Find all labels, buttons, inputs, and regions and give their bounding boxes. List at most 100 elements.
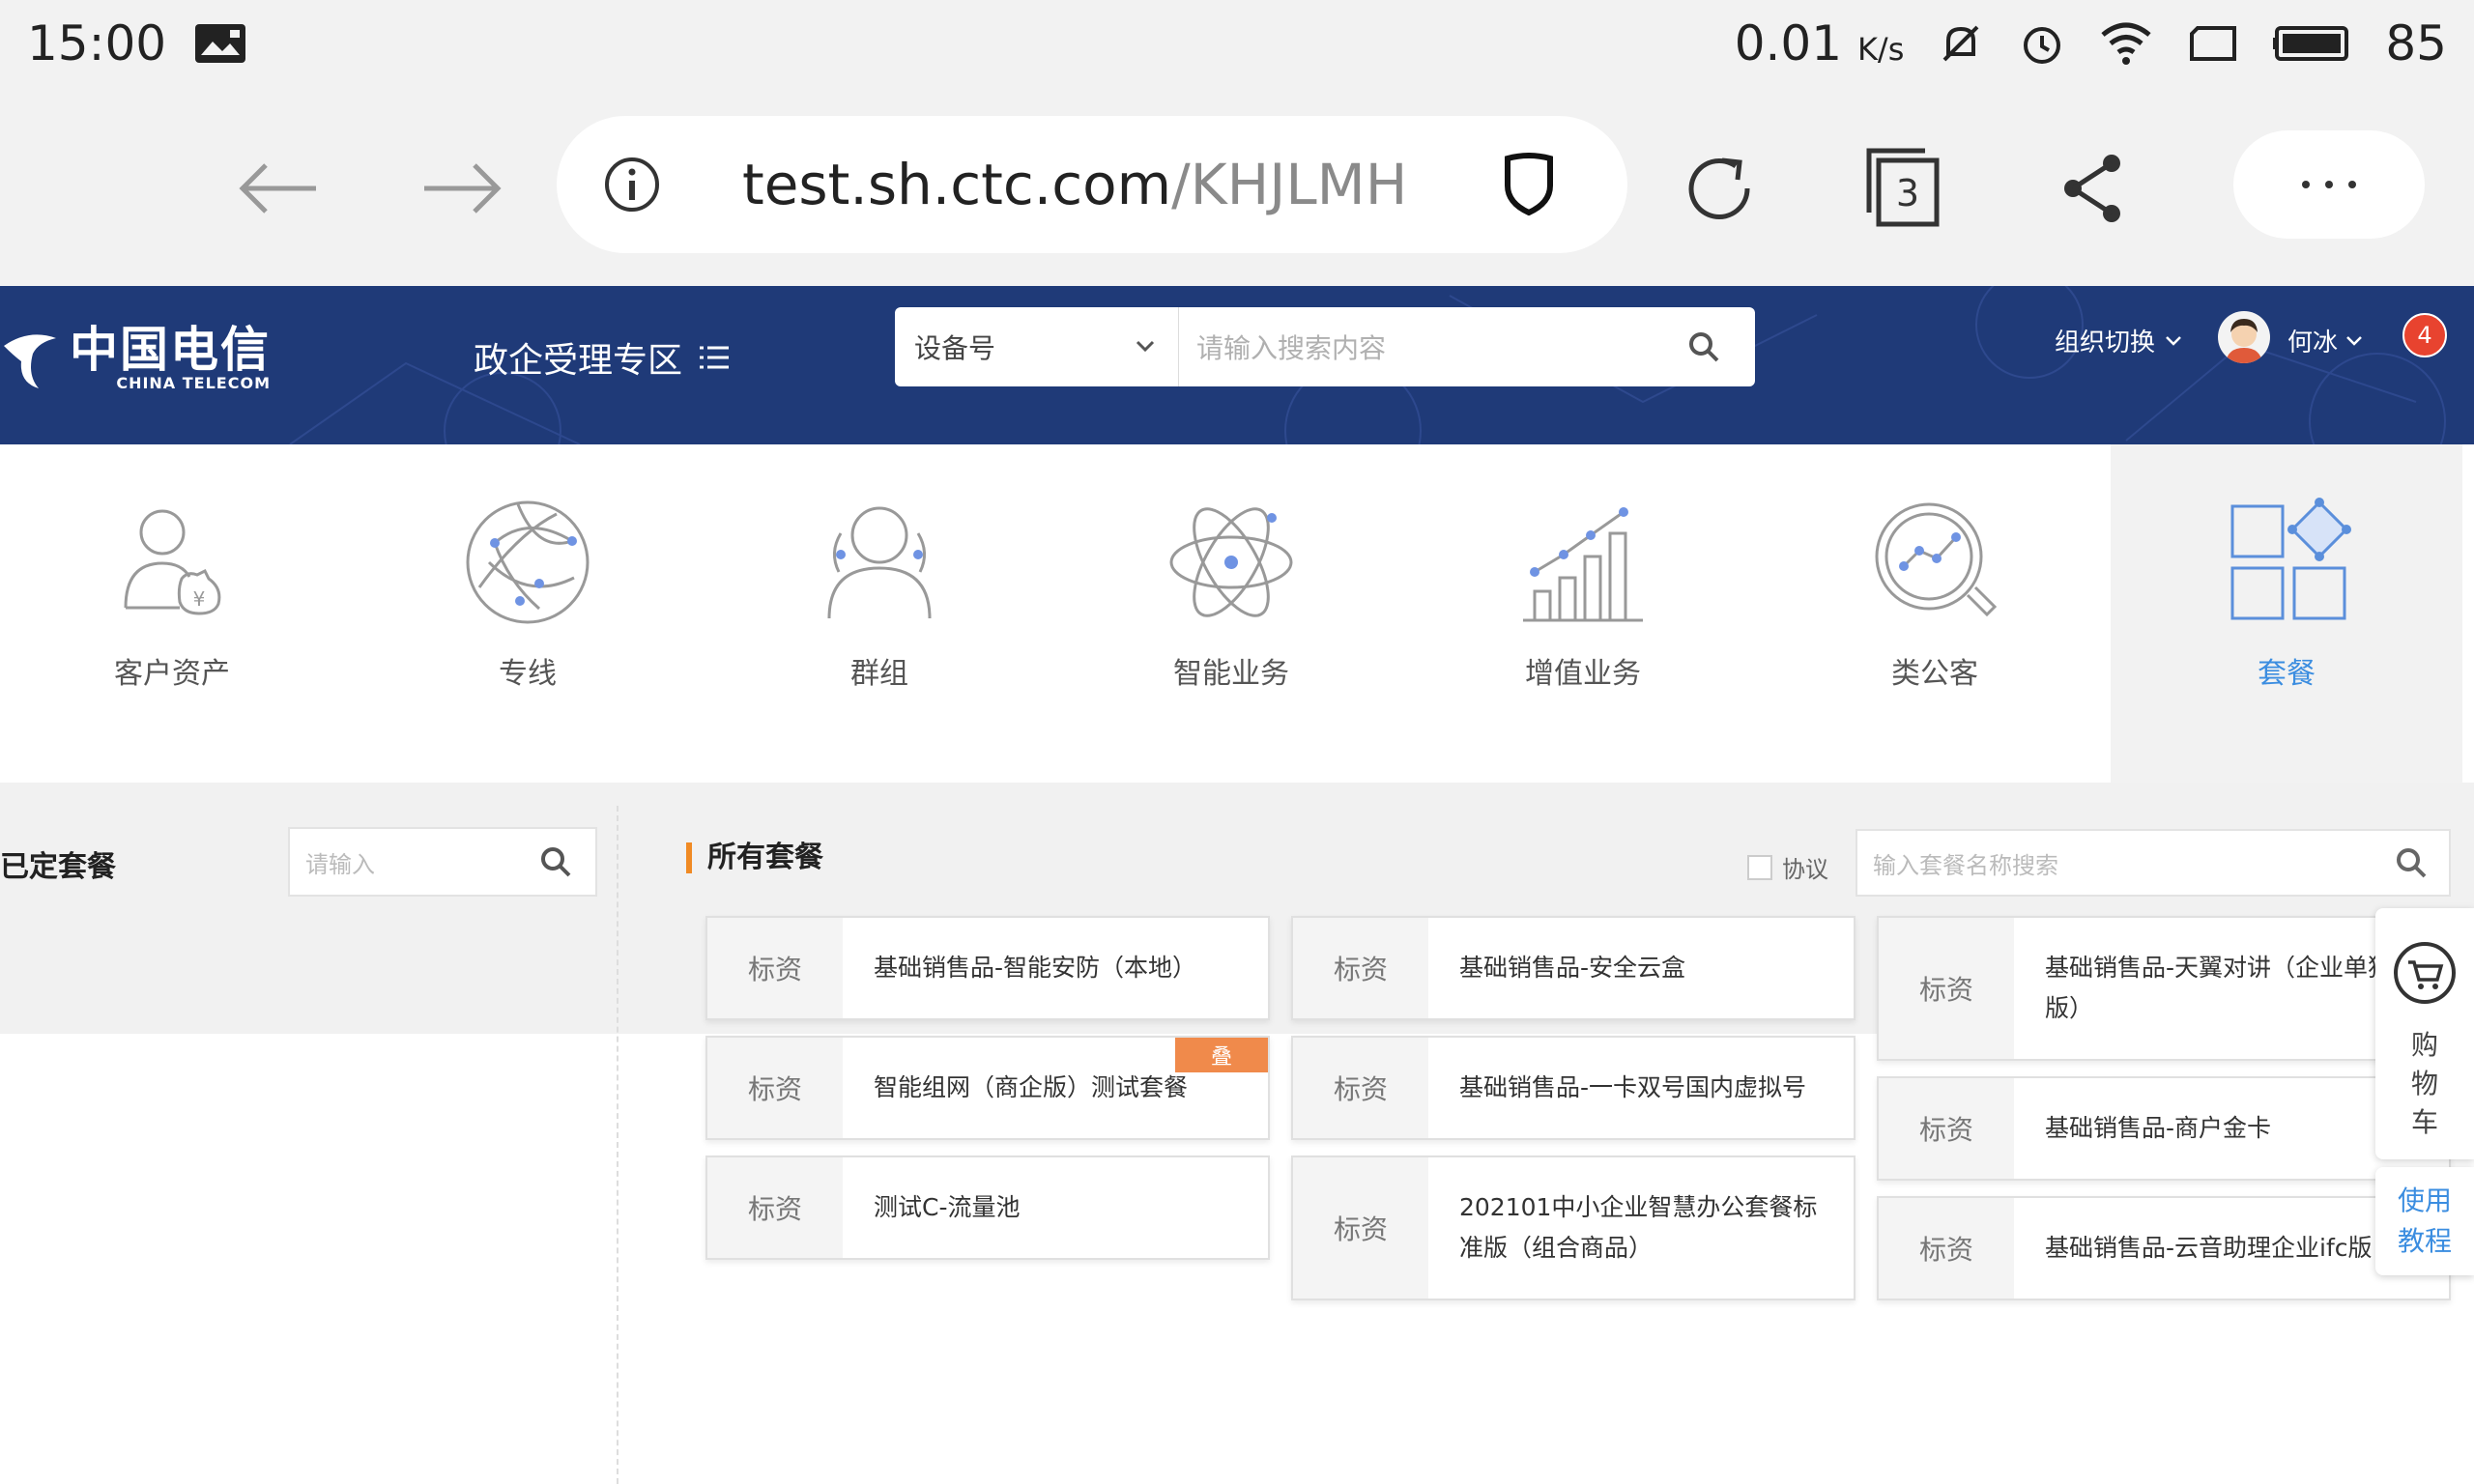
forward-button[interactable]	[414, 140, 510, 237]
dot-icon	[2348, 181, 2356, 188]
org-switch-dropdown[interactable]: 组织切换	[2055, 323, 2182, 358]
package-section: 已定套餐 请输入 所有套餐 协议 输入套餐名称搜索 标资 基础销售品-智能安防（…	[0, 783, 2474, 1484]
share-button[interactable]	[2039, 135, 2145, 242]
selected-packages-title: 已定套餐	[0, 850, 116, 884]
category-package[interactable]: 套餐	[2111, 444, 2462, 783]
category-label: 客户资产	[114, 657, 230, 691]
category-label: 智能业务	[1173, 657, 1289, 691]
zone-menu[interactable]: 政企受理专区	[474, 332, 730, 383]
category-customer-assets[interactable]: ¥ 客户资产	[0, 444, 348, 783]
search-type-value: 设备号	[914, 332, 996, 364]
category-label: 套餐	[2258, 657, 2316, 691]
url-host: test.sh.ctc.com	[742, 152, 1172, 217]
svg-text:¥: ¥	[193, 587, 206, 611]
more-menu-button[interactable]	[2233, 130, 2425, 239]
category-group[interactable]: 群组	[704, 444, 1055, 783]
global-search: 设备号 请输入搜索内容	[895, 307, 1755, 386]
package-card[interactable]: 标资 测试C-流量池	[705, 1156, 1270, 1260]
network-speed-value: 0.01	[1734, 15, 1843, 71]
category-value-added[interactable]: 增值业务	[1407, 444, 1759, 783]
package-card[interactable]: 标资 202101中小企业智慧办公套餐标准版（组合商品）	[1291, 1156, 1856, 1300]
china-telecom-logo[interactable]: 中国电信 CHINA TELECOM	[0, 325, 271, 392]
category-label: 类公客	[1891, 657, 1978, 691]
package-search-placeholder: 输入套餐名称搜索	[1873, 851, 2058, 879]
package-tag: 标资	[1293, 918, 1428, 1018]
address-bar[interactable]: test.sh.ctc.com/KHJLMH	[557, 116, 1627, 253]
package-card[interactable]: 标资 基础销售品-云音助理企业ifc版	[1877, 1196, 2451, 1300]
avatar[interactable]	[2218, 311, 2270, 363]
package-tag: 标资	[1293, 1157, 1428, 1298]
all-packages-title: 所有套餐	[686, 842, 823, 873]
user-avatar-icon	[2226, 319, 2262, 363]
package-card[interactable]: 标资 基础销售品-智能安防（本地）	[705, 916, 1270, 1020]
package-card[interactable]: 标资 基础销售品-天翼对讲（企业单独购版）	[1877, 916, 2451, 1061]
logo-text-en: CHINA TELECOM	[116, 373, 271, 392]
category-label: 专线	[499, 657, 557, 691]
category-label: 增值业务	[1525, 657, 1641, 691]
tab-count: 3	[1896, 172, 1919, 214]
url-text[interactable]: test.sh.ctc.com/KHJLMH	[742, 116, 1407, 253]
user-menu[interactable]: 何冰	[2287, 323, 2363, 358]
reload-button[interactable]	[1666, 135, 1772, 242]
search-icon[interactable]	[2395, 846, 2428, 879]
logo-text-cn: 中国电信	[70, 321, 271, 378]
package-card[interactable]: 标资 基础销售品-安全云盒	[1291, 916, 1856, 1020]
category-private-line[interactable]: 专线	[352, 444, 704, 783]
status-time: 15:00	[27, 15, 167, 71]
package-search-input[interactable]: 输入套餐名称搜索	[1856, 829, 2451, 897]
chevron-down-icon	[2346, 335, 2362, 346]
share-icon	[2064, 155, 2120, 222]
package-card[interactable]: 标资 基础销售品-一卡双号国内虚拟号	[1291, 1036, 1856, 1140]
package-tag: 标资	[1293, 1038, 1428, 1138]
package-name: 测试C-流量池	[874, 1193, 1021, 1221]
back-button[interactable]	[230, 140, 327, 237]
selected-package-search-input[interactable]: 请输入	[288, 827, 597, 897]
package-tag: 标资	[707, 918, 843, 1018]
package-card[interactable]: 标资 智能组网（商企版）测试套餐 叠	[705, 1036, 1270, 1140]
search-icon[interactable]	[1687, 330, 1720, 363]
search-input[interactable]: 请输入搜索内容	[1179, 307, 1755, 386]
user-name: 何冰	[2287, 328, 2339, 357]
bar-growth-icon	[1523, 507, 1643, 622]
package-name: 基础销售品-安全云盒	[1459, 954, 1686, 982]
package-tag: 标资	[1879, 1198, 2014, 1298]
checkbox-box[interactable]	[1747, 854, 1772, 880]
app-header: 中国电信 CHINA TELECOM 政企受理专区 设备号 请输入搜索内容 组织…	[0, 286, 2474, 444]
tabs-button[interactable]: 3	[1852, 135, 1958, 242]
screen-rotate-icon	[2186, 22, 2240, 65]
search-input-placeholder: 请输入搜索内容	[1196, 332, 1387, 364]
shopping-cart-button[interactable]: 购物车	[2375, 908, 2474, 1159]
search-icon[interactable]	[539, 845, 572, 878]
browser-toolbar: test.sh.ctc.com/KHJLMH 3	[0, 87, 2474, 286]
category-public-like[interactable]: 类公客	[1759, 444, 2111, 783]
tutorial-button[interactable]: 使用教程	[2375, 1167, 2474, 1275]
package-name: 基础销售品-智能安防（本地）	[874, 954, 1197, 982]
alarm-icon	[2018, 19, 2066, 68]
package-tag: 标资	[707, 1157, 843, 1258]
arrow-left-icon	[239, 163, 316, 214]
chevron-down-icon	[2166, 335, 2181, 346]
category-smart-business[interactable]: 智能业务	[1055, 444, 1407, 783]
notification-badge[interactable]: 4	[2402, 313, 2447, 357]
category-nav: ¥ 客户资产 专线 群组 智能业务 增值业务 类公客 套餐	[0, 444, 2474, 783]
site-info-icon[interactable]	[603, 156, 661, 217]
package-tag: 标资	[1879, 1078, 2014, 1179]
mute-bell-icon	[1937, 19, 1985, 68]
network-speed: 0.01 K/s	[1735, 15, 1905, 71]
reload-icon	[1688, 157, 1750, 219]
agreement-label: 协议	[1782, 856, 1828, 883]
dot-icon	[2302, 181, 2310, 188]
group-icon	[827, 506, 932, 619]
package-name: 基础销售品-一卡双号国内虚拟号	[1459, 1073, 1807, 1101]
battery-icon	[2273, 24, 2352, 63]
zone-title: 政企受理专区	[474, 341, 683, 381]
shield-icon[interactable]	[1504, 153, 1554, 220]
gallery-notification-icon	[193, 22, 247, 65]
category-label: 群组	[850, 657, 908, 691]
arrow-right-icon	[424, 163, 502, 214]
cart-label: 购物车	[2410, 1029, 2438, 1138]
search-type-select[interactable]: 设备号	[895, 307, 1179, 386]
package-card[interactable]: 标资 基础销售品-商户金卡	[1877, 1076, 2451, 1181]
agreement-checkbox[interactable]: 协议	[1747, 850, 1828, 884]
atom-icon	[1169, 507, 1293, 617]
